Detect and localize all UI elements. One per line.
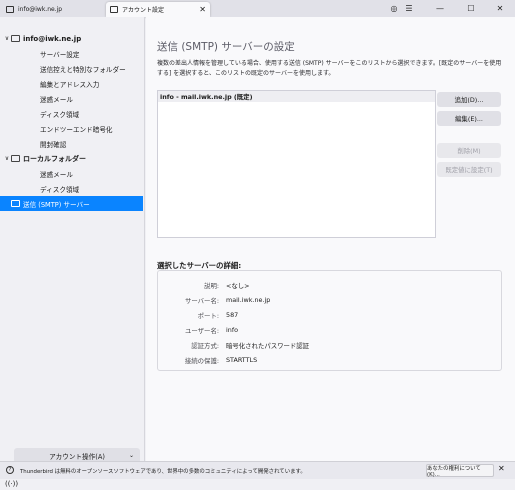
sidebar-item-local-disk-space[interactable]: ディスク領域 bbox=[0, 181, 143, 196]
minimize-button[interactable]: — bbox=[426, 0, 454, 17]
sidebar-item-label: 迷惑メール bbox=[40, 170, 73, 179]
detail-row-port: ポート: 587 bbox=[158, 311, 503, 322]
know-your-rights-button[interactable]: あなたの権利について(K)... bbox=[426, 464, 494, 478]
notification-text: Thunderbird は無料のオープンソースソフトウェアであり、世界中の多数の… bbox=[20, 469, 306, 475]
detail-row-description: 説明: <なし> bbox=[158, 281, 503, 292]
server-details: 説明: <なし> サーバー名: mail.iwk.ne.jp ポート: 587 … bbox=[157, 270, 502, 371]
detail-label: ポート: bbox=[197, 312, 219, 320]
detail-row-server-name: サーバー名: mail.iwk.ne.jp bbox=[158, 296, 503, 307]
app-menu-icon[interactable]: ☰ bbox=[401, 0, 417, 17]
close-tab-icon[interactable]: ✕ bbox=[199, 5, 206, 14]
sidebar-item-local-junk[interactable]: 迷惑メール bbox=[0, 166, 143, 181]
sidebar-item-label: 送信 (SMTP) サーバー bbox=[23, 200, 90, 209]
detail-value: info bbox=[226, 326, 238, 334]
notification-bar: ? Thunderbird は無料のオープンソースソフトウェアであり、世界中の多… bbox=[0, 461, 515, 479]
close-icon[interactable]: ✕ bbox=[498, 464, 505, 473]
detail-label: 説明: bbox=[204, 282, 219, 290]
add-button[interactable]: 追加(D)... bbox=[437, 92, 501, 107]
sidebar-item-label: 編集とアドレス入力 bbox=[40, 80, 100, 89]
sidebar-item-label: 送信控えと特別なフォルダー bbox=[40, 65, 126, 74]
detail-value: <なし> bbox=[226, 282, 250, 290]
sidebar-item-receipts[interactable]: 開封確認 bbox=[0, 136, 143, 151]
detail-label: 認証方式: bbox=[191, 342, 219, 350]
set-default-button[interactable]: 既定値に設定(T) bbox=[437, 162, 501, 177]
detail-row-connection-security: 接続の保護: STARTTLS bbox=[158, 356, 503, 367]
detail-label: サーバー名: bbox=[184, 297, 219, 305]
sidebar-item-smtp[interactable]: 送信 (SMTP) サーバー bbox=[0, 196, 143, 211]
list-item[interactable]: info - mail.iwk.ne.jp (既定) bbox=[158, 91, 435, 102]
close-window-button[interactable]: ✕ bbox=[487, 0, 513, 17]
page-description: 複数の差出人情報を管理している場合、使用する送信 (SMTP) サーバーをこのリ… bbox=[157, 60, 502, 77]
edit-button[interactable]: 編集(E)... bbox=[437, 111, 501, 126]
sidebar-item-local-folders[interactable]: ∨ ローカルフォルダー bbox=[0, 151, 143, 166]
sidebar-item-disk-space[interactable]: ディスク領域 bbox=[0, 106, 143, 121]
activity-status-icon: ((·)) bbox=[5, 480, 19, 488]
detail-row-auth-method: 認証方式: 暗号化されたパスワード認証 bbox=[158, 341, 503, 352]
status-bar: ((·)) bbox=[0, 479, 515, 490]
sidebar-item-label: ディスク領域 bbox=[40, 110, 80, 119]
help-icon: ? bbox=[6, 466, 14, 474]
sidebar-item-composition[interactable]: 編集とアドレス入力 bbox=[0, 76, 143, 91]
sidebar-item-label: 迷惑メール bbox=[40, 95, 73, 104]
folder-icon bbox=[11, 155, 20, 162]
title-bar: info@iwk.ne.jp アカウント設定 ✕ ◎ ☰ — ☐ ✕ bbox=[0, 0, 515, 17]
account-actions-label: アカウント操作(A) bbox=[49, 452, 105, 461]
remove-button[interactable]: 削除(M) bbox=[437, 143, 501, 158]
sidebar-item-label: ディスク領域 bbox=[40, 185, 80, 194]
tab-label: info@iwk.ne.jp bbox=[18, 6, 63, 13]
sidebar-item-label: 開封確認 bbox=[40, 140, 67, 149]
sidebar-item-junk[interactable]: 迷惑メール bbox=[0, 91, 143, 106]
sidebar-item-e2e-encryption[interactable]: エンドツーエンド暗号化 bbox=[0, 121, 143, 136]
settings-tab-icon bbox=[110, 6, 118, 13]
sidebar-item-label: サーバー設定 bbox=[40, 50, 80, 59]
detail-label: 接続の保護: bbox=[184, 357, 219, 365]
activity-icon[interactable]: ◎ bbox=[386, 0, 402, 17]
sidebar-item-label: エンドツーエンド暗号化 bbox=[40, 125, 113, 134]
detail-value: 暗号化されたパスワード認証 bbox=[226, 342, 310, 350]
smtp-server-list[interactable]: info - mail.iwk.ne.jp (既定) bbox=[157, 90, 436, 238]
sidebar-item-label: info@iwk.ne.jp bbox=[23, 34, 82, 43]
tab-mail[interactable]: info@iwk.ne.jp bbox=[2, 2, 104, 17]
page-title: 送信 (SMTP) サーバーの設定 bbox=[157, 41, 295, 53]
mail-account-icon bbox=[11, 35, 20, 42]
tab-account-settings[interactable]: アカウント設定 ✕ bbox=[106, 2, 210, 17]
sidebar-item-copies-folders[interactable]: 送信控えと特別なフォルダー bbox=[0, 61, 143, 76]
outgoing-server-icon bbox=[11, 200, 20, 207]
chevron-down-icon[interactable]: ∨ bbox=[3, 155, 11, 162]
sidebar-item-label: ローカルフォルダー bbox=[23, 154, 86, 163]
chevron-down-icon: ⌄ bbox=[128, 452, 134, 459]
maximize-button[interactable]: ☐ bbox=[458, 0, 484, 17]
detail-row-user-name: ユーザー名: info bbox=[158, 326, 503, 337]
sidebar-item-account[interactable]: ∨ info@iwk.ne.jp bbox=[0, 31, 143, 46]
smtp-settings-pane: 送信 (SMTP) サーバーの設定 複数の差出人情報を管理している場合、使用する… bbox=[146, 17, 515, 461]
tab-label: アカウント設定 bbox=[122, 7, 165, 14]
mail-icon bbox=[6, 6, 14, 13]
account-sidebar: ∨ info@iwk.ne.jp サーバー設定 送信控えと特別なフォルダー 編集… bbox=[0, 17, 145, 463]
detail-value: 587 bbox=[226, 311, 239, 319]
sidebar-item-server-settings[interactable]: サーバー設定 bbox=[0, 46, 143, 61]
detail-value: STARTTLS bbox=[226, 356, 258, 364]
chevron-down-icon[interactable]: ∨ bbox=[3, 35, 11, 42]
detail-label: ユーザー名: bbox=[185, 327, 219, 335]
detail-value: mail.iwk.ne.jp bbox=[226, 296, 271, 304]
